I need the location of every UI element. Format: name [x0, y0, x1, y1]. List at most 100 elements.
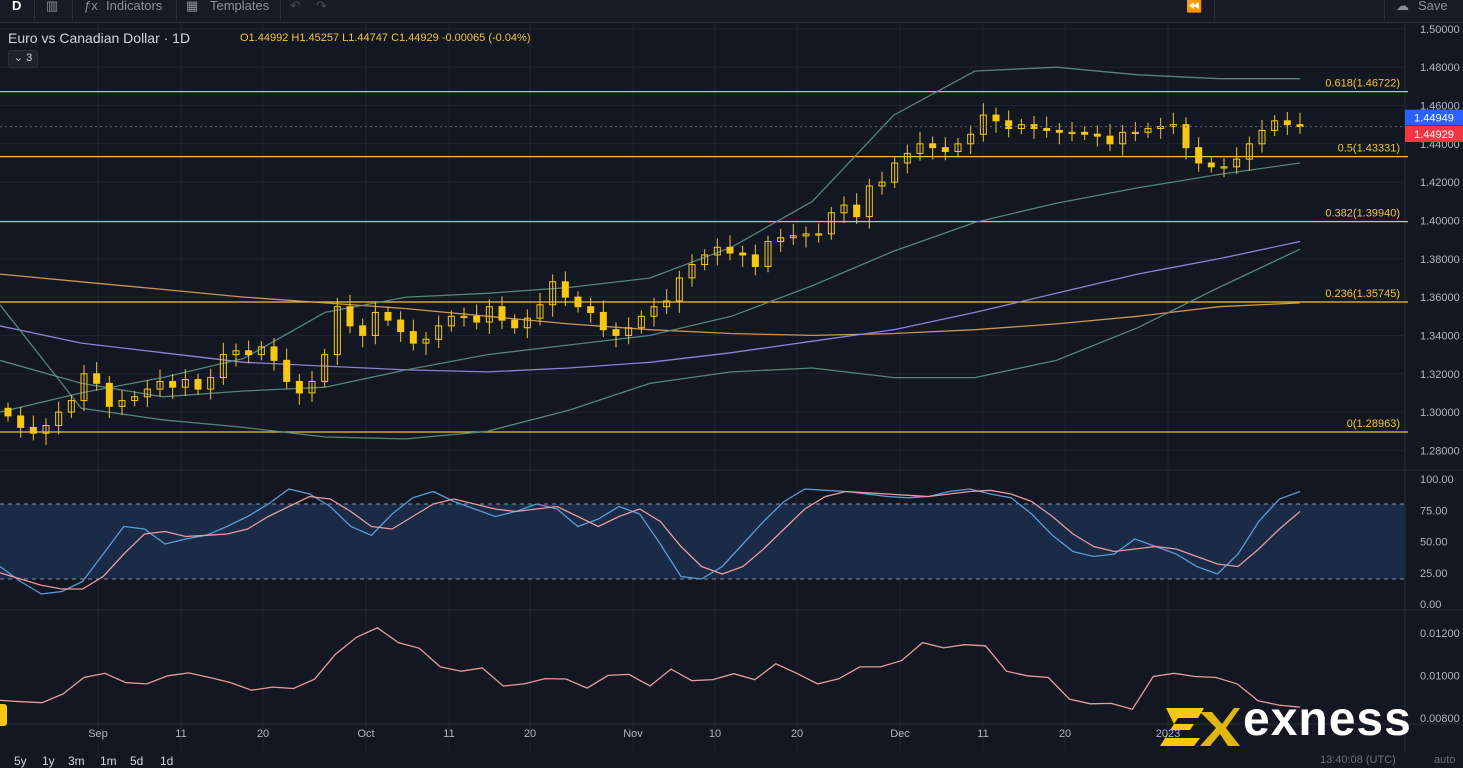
templates-button[interactable]: Templates: [210, 0, 269, 22]
replay-icon[interactable]: ⏪: [1186, 0, 1202, 22]
indicators-button[interactable]: Indicators: [106, 0, 162, 22]
range-3m[interactable]: 3m: [68, 754, 85, 768]
x-tick-label: 10: [709, 728, 721, 740]
range-1y[interactable]: 1y: [42, 754, 55, 768]
candle-body: [739, 252, 747, 256]
y-tick-label: 1.42000: [1420, 177, 1460, 189]
legend-collapse-button[interactable]: ⌄ 3: [8, 50, 38, 68]
candle-body: [599, 311, 607, 331]
symbol-legend: Euro vs Canadian Dollar · 1D: [8, 30, 191, 46]
cloud-icon: ☁: [1396, 0, 1409, 13]
indicator-tick-label: 0.01200: [1420, 628, 1460, 640]
indicator-tick-label: 0.01000: [1420, 670, 1460, 682]
candle-body: [169, 380, 177, 388]
candle-body: [751, 254, 759, 267]
candle-body: [1195, 147, 1203, 164]
x-tick-label: 20: [1059, 728, 1071, 740]
candle-body: [1207, 162, 1215, 168]
overbought-oversold-band: [0, 504, 1405, 579]
candle-body: [359, 325, 367, 336]
fx-icon: ƒx: [84, 0, 98, 13]
candle-body: [245, 350, 253, 356]
candle-body: [853, 204, 861, 218]
candle-body: [384, 311, 392, 321]
candle-body: [17, 415, 25, 428]
candle-body: [929, 143, 937, 149]
candle-body: [1043, 127, 1051, 131]
candle-body: [29, 426, 37, 434]
y-tick-label: 1.34000: [1420, 330, 1460, 342]
side-panel-toggle[interactable]: [0, 704, 7, 726]
x-tick-label: 11: [175, 728, 186, 740]
fib-level-label: 0.5(1.43331): [1338, 143, 1400, 155]
candle-body: [1081, 131, 1089, 135]
range-1d[interactable]: 1d: [160, 754, 173, 768]
x-tick-label: Dec: [890, 728, 910, 740]
candle-body: [1106, 135, 1114, 145]
candle-body: [992, 114, 1000, 122]
candle-body: [612, 329, 620, 336]
y-tick-label: 1.38000: [1420, 254, 1460, 266]
ohlc-values: O1.44992 H1.45257 L1.44747 C1.44929 -0.0…: [240, 32, 531, 44]
stoch-tick-label: 0.00: [1420, 599, 1441, 611]
stoch-tick-label: 100.00: [1420, 474, 1454, 486]
candle-body: [397, 319, 405, 333]
x-tick-label: 20: [257, 728, 269, 740]
candle-body: [1093, 133, 1101, 137]
candle-body: [498, 306, 506, 321]
exness-wordmark: exness: [1243, 693, 1412, 746]
y-tick-label: 1.48000: [1420, 62, 1460, 74]
fib-level-label: 0.236(1.35745): [1325, 288, 1400, 300]
range-5y[interactable]: 5y: [14, 754, 27, 768]
x-tick-label: 11: [443, 728, 454, 740]
indicator-tick-label: 0.00800: [1420, 713, 1460, 725]
candle-body: [409, 331, 417, 344]
redo-icon[interactable]: ↷: [316, 0, 327, 22]
save-button[interactable]: Save: [1418, 0, 1448, 22]
x-tick-label: 11: [977, 728, 988, 740]
x-tick-label: Nov: [623, 728, 643, 740]
y-tick-label: 1.36000: [1420, 292, 1460, 304]
candle-body: [1283, 120, 1291, 126]
candle-body: [1005, 120, 1013, 129]
candle-body: [574, 296, 582, 308]
fib-level-label: 0.382(1.39940): [1325, 208, 1400, 220]
stoch-tick-label: 75.00: [1420, 505, 1448, 517]
y-tick-label: 1.40000: [1420, 215, 1460, 227]
candle-body: [1055, 129, 1063, 133]
price-label-text: 1.44949: [1414, 113, 1454, 125]
candle-body: [346, 306, 354, 327]
x-tick-label: 20: [791, 728, 803, 740]
candle-body: [726, 246, 734, 254]
range-5d[interactable]: 5d: [130, 754, 143, 768]
y-tick-label: 1.32000: [1420, 369, 1460, 381]
toolbar-divider: [1384, 0, 1385, 20]
candle-body: [270, 346, 278, 361]
exness-logo-icon: [1160, 708, 1240, 746]
candle-body: [93, 373, 101, 384]
bottom-toolbar: 5y 1y 3m 1m 5d 1d: [0, 752, 1463, 768]
toolbar-divider: [72, 0, 73, 20]
candle-body: [561, 281, 569, 298]
range-1m[interactable]: 1m: [100, 754, 117, 768]
y-tick-label: 1.30000: [1420, 407, 1460, 419]
x-tick-label: Oct: [357, 728, 374, 740]
toolbar-divider: [280, 0, 281, 20]
candle-body: [511, 319, 519, 329]
templates-icon: ▦: [186, 0, 199, 13]
stoch-tick-label: 25.00: [1420, 568, 1448, 580]
fib-level-label: 0.618(1.46722): [1325, 78, 1400, 90]
candle-body: [105, 382, 113, 407]
candles-icon[interactable]: ▥: [46, 0, 58, 22]
x-tick-label: 20: [524, 728, 536, 740]
candle-body: [194, 379, 202, 390]
chart-canvas[interactable]: Sep1120Oct1120Nov1020Dec112020231.500001…: [0, 0, 1463, 768]
y-tick-label: 1.50000: [1420, 24, 1460, 36]
toolbar-divider: [34, 0, 35, 20]
interval-selector[interactable]: D: [12, 0, 21, 22]
undo-icon[interactable]: ↶: [290, 0, 301, 22]
auto-scale-toggle[interactable]: auto: [1434, 754, 1455, 766]
candle-body: [587, 306, 595, 313]
candle-body: [941, 147, 949, 152]
candle-body: [283, 359, 291, 382]
